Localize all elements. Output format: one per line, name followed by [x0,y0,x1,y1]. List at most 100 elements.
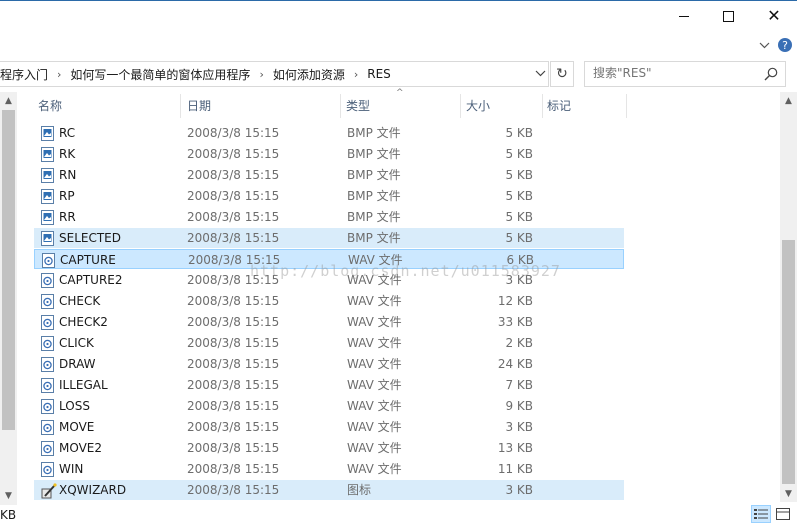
file-date: 2008/3/8 15:15 [187,294,280,308]
file-size: 11 KB [497,462,533,476]
column-divider[interactable] [626,94,627,118]
file-size: 2 KB [505,336,533,350]
title-bar: ✕ [0,0,797,32]
file-row[interactable]: CAPTURE2 2008/3/8 15:15 WAV 文件 3 KB [34,270,624,290]
svg-text:?: ? [782,39,788,52]
breadcrumb-item-current[interactable]: RES [367,67,391,81]
file-row[interactable]: XQWIZARD 2008/3/8 15:15 图标 3 KB [34,480,624,500]
file-date: 2008/3/8 15:15 [187,189,280,203]
file-size: 6 KB [506,253,534,267]
breadcrumb-separator-icon[interactable]: › [259,68,263,81]
file-name: LOSS [59,399,90,413]
help-button[interactable]: ? [775,35,795,55]
file-type: WAV 文件 [347,315,402,329]
refresh-button[interactable]: ↻ [550,61,574,87]
file-row[interactable]: CHECK2 2008/3/8 15:15 WAV 文件 33 KB [34,312,624,332]
breadcrumb-separator-icon[interactable]: › [57,68,61,81]
file-date: 2008/3/8 15:15 [187,378,280,392]
file-row[interactable]: SELECTED 2008/3/8 15:15 BMP 文件 5 KB [34,228,624,248]
help-icon: ? [778,38,792,52]
column-divider[interactable] [340,94,341,118]
file-row[interactable]: RR 2008/3/8 15:15 BMP 文件 5 KB [34,207,624,227]
file-list-scrollbar[interactable]: ▲ ▼ [780,92,797,502]
file-type: WAV 文件 [347,357,402,371]
file-size: 24 KB [497,357,533,371]
large-icons-view-button[interactable] [773,505,793,523]
refresh-icon: ↻ [556,66,568,82]
search-box[interactable] [584,61,786,87]
file-type: BMP 文件 [347,210,401,224]
navigation-pane-scrollbar[interactable]: ▲ ▼ [0,92,17,505]
scroll-down-arrow-icon[interactable]: ▼ [780,485,797,502]
file-size: 5 KB [505,147,533,161]
bitmap-file-icon [41,126,54,141]
breadcrumb-item[interactable]: 程序入门 [0,66,48,83]
column-header-row: ^ 名称 日期 类型 大小 标记 [34,88,780,120]
file-date: 2008/3/8 15:15 [188,253,281,267]
details-view-button[interactable] [751,505,771,523]
breadcrumb-separator-icon[interactable]: › [354,68,358,81]
file-row[interactable]: CAPTURE 2008/3/8 15:15 WAV 文件 6 KB [34,249,624,269]
file-row[interactable]: RN 2008/3/8 15:15 BMP 文件 5 KB [34,165,624,185]
scroll-up-arrow-icon[interactable]: ▲ [0,92,17,109]
close-button[interactable]: ✕ [751,1,797,31]
file-type: WAV 文件 [347,462,402,476]
column-divider[interactable] [460,94,461,118]
file-name: RK [59,147,76,161]
minimize-button[interactable] [661,1,707,31]
address-bar[interactable]: 程序入门 › 如何写一个最简单的窗体应用程序 › 如何添加资源 › RES [0,61,549,87]
file-type: WAV 文件 [347,336,402,350]
file-name: CHECK2 [59,315,108,329]
column-header-type[interactable]: 类型 [342,92,460,120]
file-row[interactable]: RK 2008/3/8 15:15 BMP 文件 5 KB [34,144,624,164]
breadcrumb-item[interactable]: 如何添加资源 [273,66,345,83]
file-name: RP [59,189,75,203]
file-row[interactable]: WIN 2008/3/8 15:15 WAV 文件 11 KB [34,459,624,479]
scroll-thumb[interactable] [2,110,15,430]
file-row[interactable]: RP 2008/3/8 15:15 BMP 文件 5 KB [34,186,624,206]
file-row[interactable]: DRAW 2008/3/8 15:15 WAV 文件 24 KB [34,354,624,374]
column-header-tags[interactable]: 标记 [543,92,625,120]
column-header-name[interactable]: 名称 [34,92,180,120]
file-row[interactable]: MOVE 2008/3/8 15:15 WAV 文件 3 KB [34,417,624,437]
maximize-button[interactable] [705,1,751,31]
chevron-down-icon [759,42,769,48]
chevron-down-icon [535,70,545,76]
file-name: RN [59,168,77,182]
file-row[interactable]: CLICK 2008/3/8 15:15 WAV 文件 2 KB [34,333,624,353]
file-row[interactable]: RC 2008/3/8 15:15 BMP 文件 5 KB [34,123,624,143]
breadcrumb-item[interactable]: 如何写一个最简单的窗体应用程序 [70,66,250,83]
wizard-ico-file-icon [41,483,57,499]
ribbon-controls: ? [0,32,797,58]
file-date: 2008/3/8 15:15 [187,210,280,224]
column-divider[interactable] [180,94,181,118]
file-row[interactable]: CHECK 2008/3/8 15:15 WAV 文件 12 KB [34,291,624,311]
scroll-down-arrow-icon[interactable]: ▼ [0,487,17,504]
navigation-bar: 程序入门 › 如何写一个最简单的窗体应用程序 › 如何添加资源 › RES ↻ [0,60,797,88]
column-header-size[interactable]: 大小 [462,92,542,120]
column-header-date[interactable]: 日期 [183,92,341,120]
file-type: WAV 文件 [347,399,402,413]
file-size: 5 KB [505,126,533,140]
file-name: MOVE [59,420,95,434]
file-name: CAPTURE2 [59,273,123,287]
search-button[interactable] [763,66,779,82]
search-input[interactable] [593,66,753,80]
file-size: 7 KB [505,378,533,392]
file-type: BMP 文件 [347,231,401,245]
scroll-up-arrow-icon[interactable]: ▲ [780,92,797,109]
file-row[interactable]: LOSS 2008/3/8 15:15 WAV 文件 9 KB [34,396,624,416]
audio-file-icon [41,420,54,435]
expand-ribbon-button[interactable] [754,35,774,55]
file-size: 3 KB [505,273,533,287]
file-row[interactable]: ILLEGAL 2008/3/8 15:15 WAV 文件 7 KB [34,375,624,395]
file-date: 2008/3/8 15:15 [187,315,280,329]
file-name: CHECK [59,294,101,308]
file-row[interactable]: MOVE2 2008/3/8 15:15 WAV 文件 13 KB [34,438,624,458]
scroll-thumb[interactable] [782,240,795,484]
file-type: 图标 [347,483,372,497]
file-name: WIN [59,462,84,476]
bitmap-file-icon [41,210,54,225]
address-history-dropdown[interactable] [531,61,549,85]
audio-file-icon [41,336,54,351]
